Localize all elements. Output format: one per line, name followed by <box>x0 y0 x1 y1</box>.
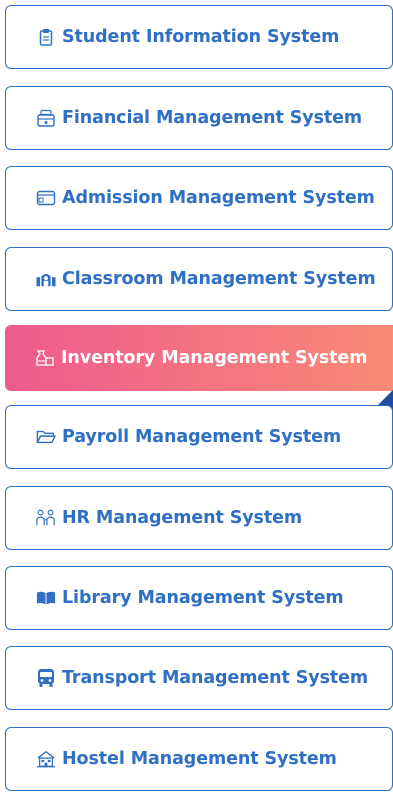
folder-icon <box>36 427 56 447</box>
menu-item-label: Library Management System <box>62 588 344 608</box>
menu-item-label: Financial Management System <box>62 108 363 128</box>
menu-item-inventory-management[interactable]: Inventory Management System <box>5 325 393 391</box>
menu-item-label: Transport Management System <box>62 668 369 688</box>
menu-item-student-information[interactable]: Student Information System <box>5 5 393 69</box>
bus-icon <box>36 668 56 688</box>
finance-icon <box>36 108 56 128</box>
classroom-icon <box>36 269 56 289</box>
people-icon <box>36 508 56 528</box>
menu-item-label: Admission Management System <box>62 188 375 208</box>
menu-item-admission-management[interactable]: Admission Management System <box>5 166 393 230</box>
menu-item-hostel-management[interactable]: Hostel Management System <box>5 727 393 791</box>
window-icon <box>36 188 56 208</box>
hostel-icon <box>36 749 56 769</box>
inventory-icon <box>35 348 55 368</box>
menu-item-label: Classroom Management System <box>62 269 376 289</box>
menu-item-financial-management[interactable]: Financial Management System <box>5 86 393 150</box>
menu-item-label: Inventory Management System <box>61 348 368 368</box>
book-icon <box>36 588 56 608</box>
menu-item-label: HR Management System <box>62 508 303 528</box>
menu-item-label: Student Information System <box>62 27 340 47</box>
menu-item-transport-management[interactable]: Transport Management System <box>5 646 393 710</box>
menu-item-library-management[interactable]: Library Management System <box>5 566 393 630</box>
menu-item-label: Hostel Management System <box>62 749 337 769</box>
menu-item-hr-management[interactable]: HR Management System <box>5 486 393 550</box>
menu-item-payroll-management[interactable]: Payroll Management System <box>5 405 393 469</box>
clipboard-icon <box>36 27 56 47</box>
menu-item-label: Payroll Management System <box>62 427 342 447</box>
menu-item-classroom-management[interactable]: Classroom Management System <box>5 247 393 311</box>
system-menu: Student Information System Financial Man… <box>0 0 393 792</box>
